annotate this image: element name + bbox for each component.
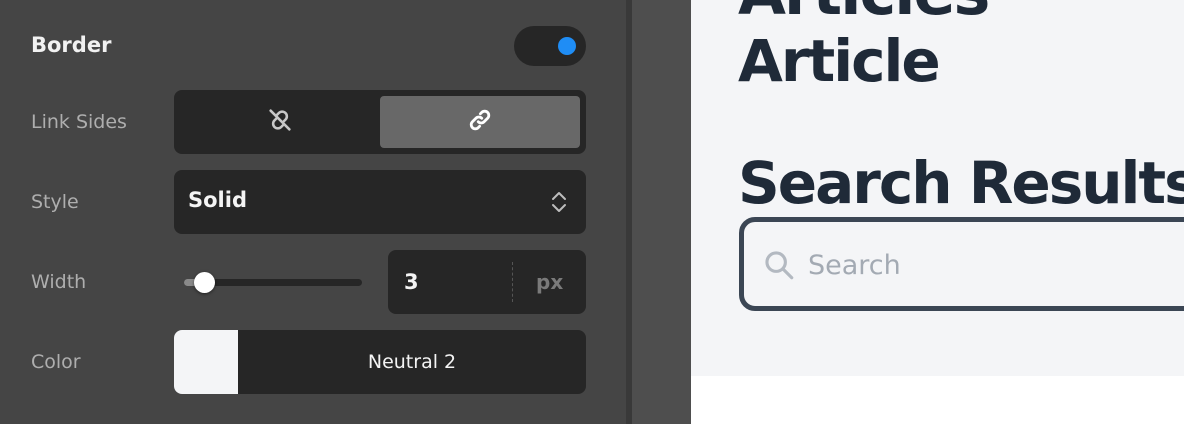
width-slider[interactable] bbox=[184, 272, 362, 293]
color-swatch[interactable] bbox=[174, 330, 238, 394]
style-select-value: Solid bbox=[188, 188, 247, 212]
width-unit[interactable]: px bbox=[536, 270, 563, 294]
chevron-up-down-icon bbox=[550, 190, 568, 218]
width-input[interactable] bbox=[388, 250, 512, 314]
link-sides-label: Link Sides bbox=[31, 111, 127, 133]
articles-heading: Articles bbox=[738, 0, 990, 24]
border-section-title: Border bbox=[31, 33, 112, 57]
search-results-heading: Search Results bbox=[738, 149, 1184, 217]
color-picker[interactable]: Neutral 2 bbox=[174, 330, 586, 394]
search-box[interactable] bbox=[739, 217, 1184, 311]
canvas-gutter bbox=[632, 0, 691, 424]
link-sides-control bbox=[174, 90, 586, 154]
width-label: Width bbox=[31, 271, 87, 293]
style-select[interactable]: Solid bbox=[174, 170, 586, 234]
canvas-background bbox=[691, 376, 1184, 424]
slider-thumb[interactable] bbox=[194, 272, 216, 293]
color-label: Color bbox=[31, 351, 81, 373]
color-name: Neutral 2 bbox=[367, 351, 457, 373]
canvas-preview: Articles Article Search Results bbox=[691, 0, 1184, 376]
article-heading: Article bbox=[738, 27, 941, 95]
unit-separator bbox=[512, 262, 513, 302]
search-input[interactable] bbox=[808, 240, 1184, 290]
style-label: Style bbox=[31, 191, 79, 213]
toggle-knob bbox=[558, 37, 576, 55]
unlink-icon bbox=[266, 106, 294, 138]
link-sides-button[interactable] bbox=[380, 96, 580, 148]
style-panel: Border Link Sides Style Solid Width 3 px… bbox=[0, 0, 626, 424]
border-toggle[interactable] bbox=[514, 26, 586, 66]
search-icon bbox=[762, 248, 796, 286]
width-number-field: px bbox=[388, 250, 586, 314]
link-icon bbox=[466, 106, 494, 138]
unlink-sides-button[interactable] bbox=[180, 96, 380, 148]
